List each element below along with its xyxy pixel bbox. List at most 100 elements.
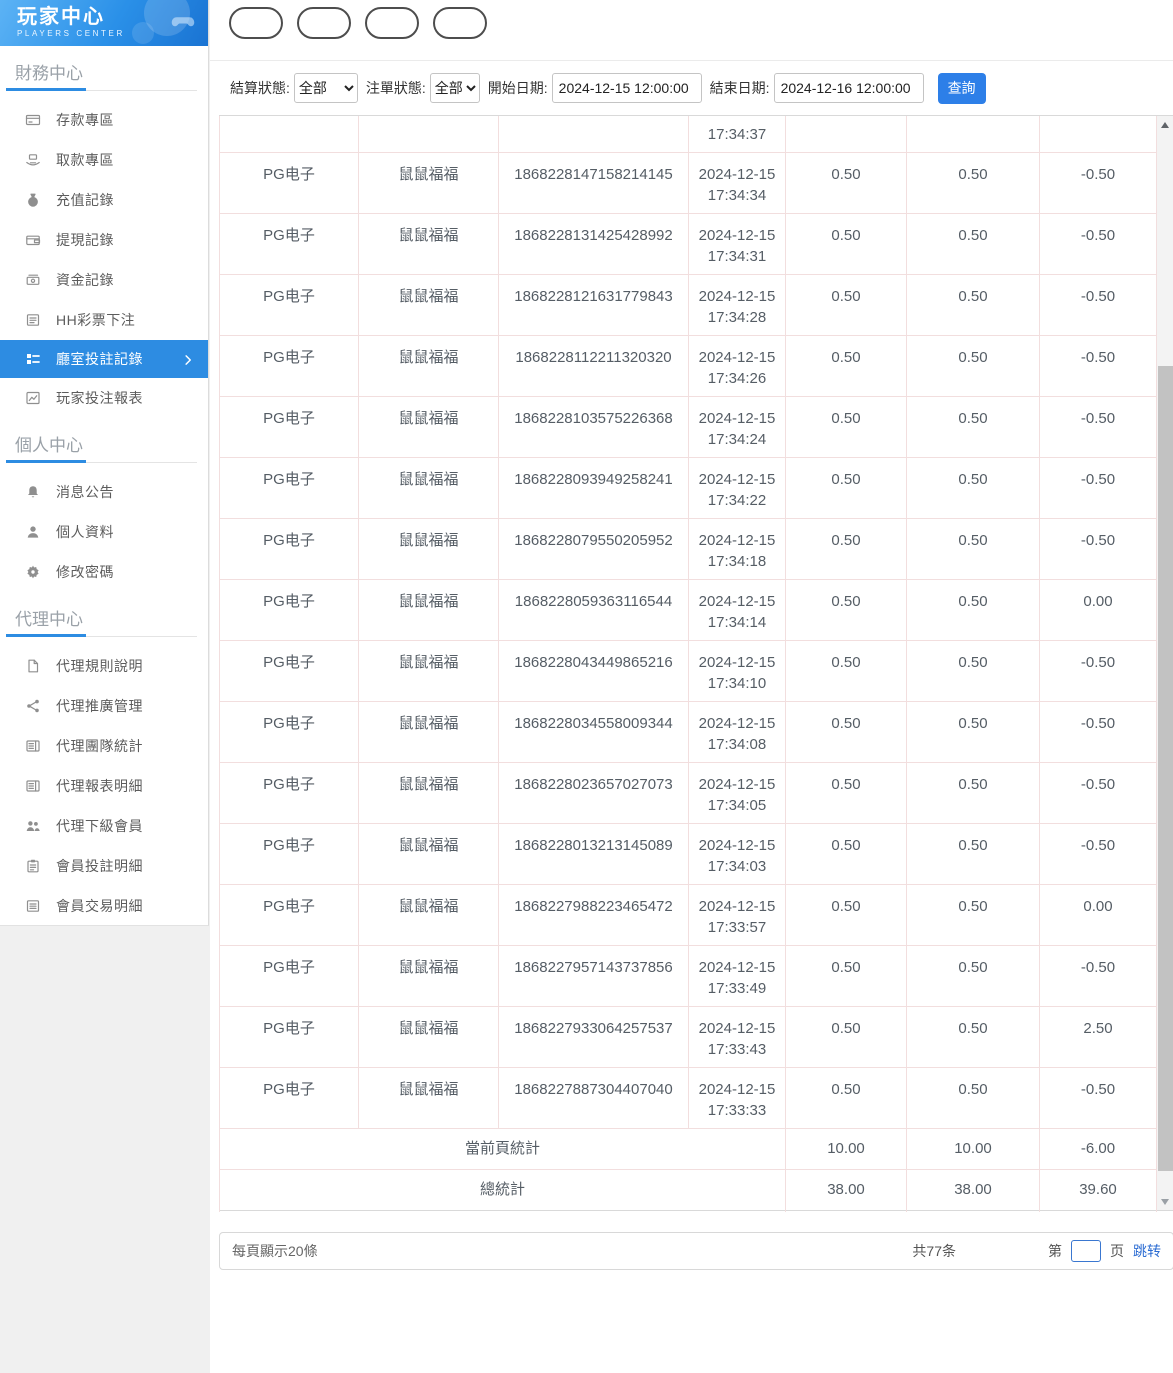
cell-order: 1868228112211320320 bbox=[499, 336, 689, 397]
page-size-text: 每頁顯示20條 bbox=[232, 1243, 318, 1259]
cell-player: 鼠鼠福福 bbox=[359, 519, 499, 580]
sidebar-section: 財務中心 存款專區 取款專區 充值記錄 提現記錄 資金記錄 HH彩票下注 廳室投… bbox=[0, 59, 208, 418]
table-row: PG电子 鼠鼠福福 1868228147158214145 2024-12-15… bbox=[219, 153, 1157, 214]
sidebar-item-agent-report-detail[interactable]: 代理報表明細 bbox=[0, 766, 208, 806]
table-row: PG电子 鼠鼠福福 1868228023657027073 2024-12-15… bbox=[219, 763, 1157, 824]
cell-valid: 0.50 bbox=[907, 336, 1040, 397]
sidebar-section-title: 財務中心 bbox=[6, 59, 197, 91]
cell-provider: PG电子 bbox=[219, 763, 359, 824]
sidebar-items: 代理規則說明 代理推廣管理 代理團隊統計 代理報表明細 代理下級會員 會員投註明… bbox=[0, 637, 208, 926]
summary-label: 當前頁統計 bbox=[219, 1129, 786, 1170]
summary-bet: 10.00 bbox=[786, 1129, 907, 1170]
sidebar-item-agent-members[interactable]: 代理下級會員 bbox=[0, 806, 208, 846]
sidebar-item-withdraw-hand[interactable]: 取款專區 bbox=[0, 140, 208, 180]
cell-provider: PG电子 bbox=[219, 336, 359, 397]
table-row: PG电子 鼠鼠福福 1868227887304407040 2024-12-15… bbox=[219, 1068, 1157, 1129]
sidebar-section-title: 個人中心 bbox=[6, 431, 197, 463]
section-underline bbox=[6, 634, 197, 637]
cell-order bbox=[499, 116, 689, 153]
sidebar-item-withdrawal-wallet[interactable]: 提現記錄 bbox=[0, 220, 208, 260]
cell-order: 1868227887304407040 bbox=[499, 1068, 689, 1129]
sidebar-item-deposit-card[interactable]: 存款專區 bbox=[0, 100, 208, 140]
order-status-select[interactable]: 全部 bbox=[429, 73, 480, 103]
game-category-tab[interactable] bbox=[229, 7, 283, 39]
game-category-tab[interactable] bbox=[297, 7, 351, 39]
table-row: PG电子 鼠鼠福福 1868228034558009344 2024-12-15… bbox=[219, 702, 1157, 763]
sidebar-item-funds-record[interactable]: 資金記錄 bbox=[0, 260, 208, 300]
game-category-tab[interactable] bbox=[365, 7, 419, 39]
sidebar-item-lottery-bet[interactable]: HH彩票下注 bbox=[0, 300, 208, 340]
cell-bet bbox=[786, 116, 907, 153]
summary-row: 當前頁統計 10.00 10.00 -6.00 bbox=[219, 1129, 1157, 1170]
cell-player: 鼠鼠福福 bbox=[359, 1007, 499, 1068]
settle-status-select[interactable]: 全部 bbox=[293, 73, 358, 103]
profile-person-icon bbox=[25, 524, 41, 540]
cell-player: 鼠鼠福福 bbox=[359, 641, 499, 702]
game-category-tabs bbox=[210, 0, 1173, 60]
sidebar-item-recharge-bag[interactable]: 充值記錄 bbox=[0, 180, 208, 220]
sidebar-item-password-gear[interactable]: 修改密碼 bbox=[0, 552, 208, 592]
sidebar-item-agent-team-stats[interactable]: 代理團隊統計 bbox=[0, 726, 208, 766]
cell-provider: PG电子 bbox=[219, 458, 359, 519]
cell-valid: 0.50 bbox=[907, 1007, 1040, 1068]
cell-player: 鼠鼠福福 bbox=[359, 885, 499, 946]
cell-time: 2024-12-15 17:34:18 bbox=[689, 519, 786, 580]
cell-provider: PG电子 bbox=[219, 397, 359, 458]
jump-button[interactable]: 跳转 bbox=[1133, 1241, 1161, 1261]
sidebar-items: 消息公告 個人資料 修改密碼 bbox=[0, 463, 208, 592]
funds-record-icon bbox=[25, 272, 41, 288]
order-status-label: 注單狀態: bbox=[365, 80, 426, 96]
sidebar-item-profile-person[interactable]: 個人資料 bbox=[0, 512, 208, 552]
cell-bet: 0.50 bbox=[786, 458, 907, 519]
jump-suffix-label: 页 bbox=[1110, 1243, 1124, 1259]
cell-valid: 0.50 bbox=[907, 885, 1040, 946]
jump-page-input[interactable] bbox=[1071, 1240, 1101, 1262]
cell-valid: 0.50 bbox=[907, 1068, 1040, 1129]
cell-bet: 0.50 bbox=[786, 763, 907, 824]
cell-bet: 0.50 bbox=[786, 1068, 907, 1129]
cell-time: 2024-12-15 17:34:10 bbox=[689, 641, 786, 702]
cell-player: 鼠鼠福福 bbox=[359, 702, 499, 763]
cell-player: 鼠鼠福福 bbox=[359, 458, 499, 519]
table-scrollbar[interactable] bbox=[1157, 116, 1173, 1210]
cell-order: 1868227957143737856 bbox=[499, 946, 689, 1007]
search-button[interactable]: 查詢 bbox=[937, 72, 986, 104]
cell-order: 1868228093949258241 bbox=[499, 458, 689, 519]
cell-time: 2024-12-15 17:33:33 bbox=[689, 1068, 786, 1129]
scroll-up-arrow-icon[interactable] bbox=[1157, 116, 1173, 133]
cell-time: 2024-12-15 17:34:03 bbox=[689, 824, 786, 885]
app-logo: 玩家中心 PLAYERS CENTER bbox=[0, 0, 208, 46]
gamepad-icon bbox=[168, 6, 198, 41]
sidebar-item-player-report[interactable]: 玩家投注報表 bbox=[0, 378, 208, 418]
scroll-down-arrow-icon[interactable] bbox=[1157, 1193, 1173, 1210]
cell-player: 鼠鼠福福 bbox=[359, 336, 499, 397]
sidebar-item-room-bet-record[interactable]: 廳室投註記錄 bbox=[0, 340, 208, 378]
player-report-icon bbox=[25, 390, 41, 406]
game-category-tab[interactable] bbox=[433, 7, 487, 39]
agent-report-detail-icon bbox=[25, 778, 41, 794]
cell-player: 鼠鼠福福 bbox=[359, 214, 499, 275]
agent-promo-share-icon bbox=[25, 698, 41, 714]
end-date-input[interactable] bbox=[773, 73, 924, 103]
cell-valid: 0.50 bbox=[907, 580, 1040, 641]
sidebar-item-notice-bell[interactable]: 消息公告 bbox=[0, 472, 208, 512]
sidebar-item-agent-rules-doc[interactable]: 代理規則說明 bbox=[0, 646, 208, 686]
lottery-bet-icon bbox=[25, 312, 41, 328]
scrollbar-thumb[interactable] bbox=[1158, 366, 1173, 1171]
sidebar-item-member-bet-detail[interactable]: 會員投註明細 bbox=[0, 846, 208, 886]
cell-result: -0.50 bbox=[1040, 946, 1157, 1007]
cell-valid: 0.50 bbox=[907, 763, 1040, 824]
table-row: PG电子 鼠鼠福福 1868228131425428992 2024-12-15… bbox=[219, 214, 1157, 275]
sidebar-item-agent-promo-share[interactable]: 代理推廣管理 bbox=[0, 686, 208, 726]
cell-time: 2024-12-15 17:33:49 bbox=[689, 946, 786, 1007]
cell-valid: 0.50 bbox=[907, 153, 1040, 214]
start-date-input[interactable] bbox=[551, 73, 702, 103]
section-underline bbox=[6, 460, 197, 463]
cell-valid: 0.50 bbox=[907, 458, 1040, 519]
cell-provider: PG电子 bbox=[219, 1068, 359, 1129]
cell-bet: 0.50 bbox=[786, 824, 907, 885]
agent-team-stats-icon bbox=[25, 738, 41, 754]
sidebar-item-member-transaction[interactable]: 會員交易明細 bbox=[0, 886, 208, 926]
cell-time: 2024-12-15 17:34:08 bbox=[689, 702, 786, 763]
cell-result: 0.00 bbox=[1040, 885, 1157, 946]
